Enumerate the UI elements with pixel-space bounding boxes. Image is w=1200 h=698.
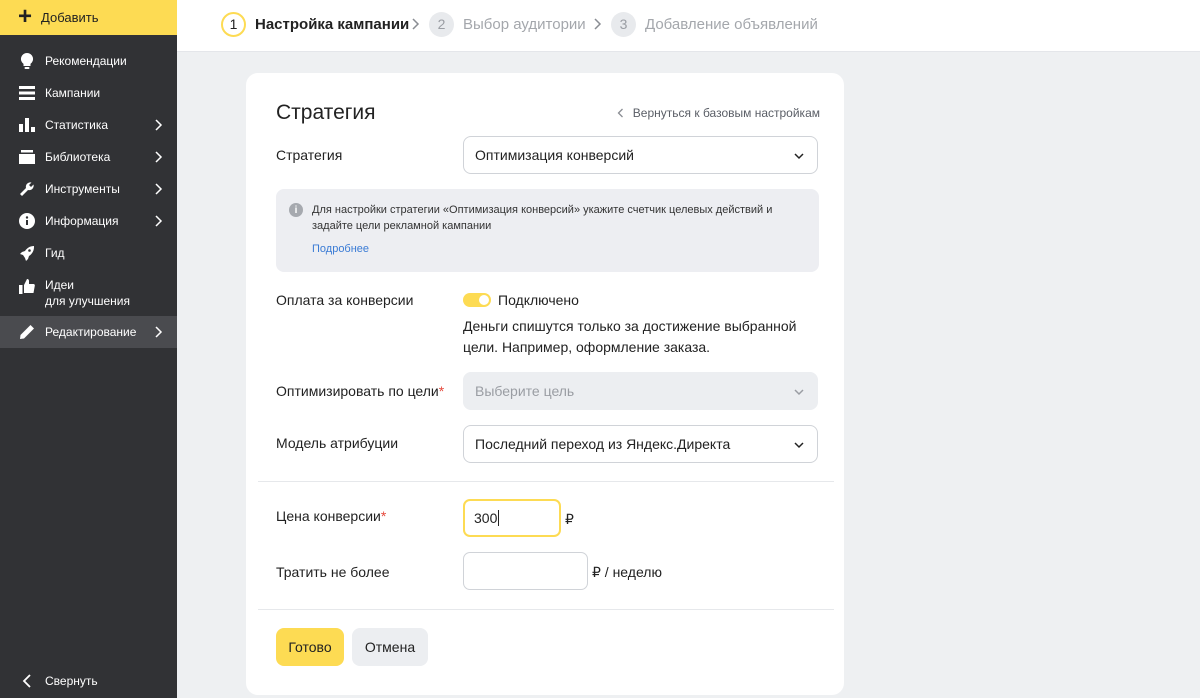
collapse-sidebar-button[interactable]: Свернуть	[0, 665, 177, 697]
required-mark: *	[380, 508, 387, 524]
step-label: Добавление объявлений	[645, 15, 818, 33]
step-number: 3	[611, 11, 636, 37]
sidebar-item-statistics[interactable]: Статистика	[0, 109, 177, 141]
chevron-right-icon	[155, 119, 163, 131]
info-text: Для настройки стратегии «Оптимизация кон…	[312, 204, 773, 232]
thumbs-up-icon	[18, 277, 36, 295]
step-number: 2	[429, 11, 454, 37]
step-label: Настройка кампании	[255, 15, 410, 33]
sidebar-item-label: Рекомендации	[45, 54, 127, 68]
add-button-label: Добавить	[41, 10, 99, 25]
payment-description: Деньги спишутся только за достижение выб…	[463, 318, 797, 355]
collapse-label: Свернуть	[45, 674, 98, 688]
back-to-basic-settings-link[interactable]: Вернуться к базовым настройкам	[617, 106, 820, 120]
sidebar-item-label: Инструменты	[45, 182, 120, 196]
step-audience[interactable]: 2 Выбор аудитории	[429, 11, 586, 37]
bar-chart-icon	[18, 116, 36, 134]
sidebar-item-label: Кампании	[45, 86, 101, 100]
divider	[258, 609, 834, 610]
cancel-button[interactable]: Отмена	[352, 628, 428, 666]
strategy-select-value: Оптимизация конверсий	[475, 147, 634, 163]
sidebar-item-ideas[interactable]: Идеи для улучшения	[0, 273, 177, 313]
chevron-right-icon	[155, 326, 163, 338]
sidebar-item-label: Редактирование	[45, 325, 137, 339]
sidebar-item-label: Гид	[45, 246, 65, 260]
text-cursor	[498, 510, 500, 526]
goal-label-text: Оптимизировать по цели	[276, 383, 439, 399]
step-label: Выбор аудитории	[463, 15, 586, 33]
info-box: i Для настройки стратегии «Оптимизация к…	[276, 189, 819, 272]
sidebar-item-campaigns[interactable]: Кампании	[0, 77, 177, 109]
attribution-select-value: Последний переход из Яндекс.Директа	[475, 436, 731, 452]
strategy-label: Стратегия	[276, 147, 343, 163]
more-link[interactable]: Подробнее	[312, 243, 369, 255]
sidebar-item-info[interactable]: Информация	[0, 205, 177, 237]
sidebar-item-library[interactable]: Библиотека	[0, 141, 177, 173]
payment-label: Оплата за конверсии	[276, 292, 414, 308]
done-button[interactable]: Готово	[276, 628, 344, 666]
strategy-card: Стратегия Вернуться к базовым настройкам…	[246, 73, 844, 695]
lightbulb-icon	[18, 52, 36, 70]
chevron-right-icon	[155, 215, 163, 227]
conversion-price-value: 300	[474, 510, 498, 526]
sidebar-item-label: Информация	[45, 214, 119, 228]
weekly-budget-input[interactable]	[463, 552, 588, 590]
spend-limit-label: Тратить не более	[276, 564, 390, 580]
payment-toggle[interactable]	[463, 293, 491, 307]
attribution-select[interactable]: Последний переход из Яндекс.Директа	[463, 425, 818, 463]
step-campaign-settings[interactable]: 1 Настройка кампании	[221, 11, 409, 37]
sidebar-item-label-secondary: для улучшения	[45, 294, 130, 308]
chevron-right-icon	[594, 18, 602, 30]
chevron-down-icon	[794, 153, 804, 160]
payment-toggle-state: Подключено	[498, 292, 579, 308]
goal-label: Оптимизировать по цели*	[276, 383, 444, 399]
sidebar-item-guide[interactable]: Гид	[0, 237, 177, 269]
price-label: Цена конверсии*	[276, 508, 386, 524]
sidebar-item-label: Статистика	[45, 118, 109, 132]
weekly-budget-unit: ₽ / неделю	[592, 564, 662, 580]
info-icon	[18, 212, 36, 230]
price-label-text: Цена конверсии	[276, 508, 381, 524]
chevron-right-icon	[412, 18, 420, 30]
info-icon: i	[289, 203, 303, 217]
divider	[258, 481, 834, 482]
chevron-left-icon	[617, 108, 623, 118]
sidebar: + Добавить Рекомендации Кампании Статист…	[0, 0, 177, 698]
back-link-label: Вернуться к базовым настройкам	[632, 106, 820, 120]
required-mark: *	[438, 383, 445, 399]
card-title: Стратегия	[276, 101, 376, 124]
pencil-icon	[18, 323, 36, 341]
add-button[interactable]: + Добавить	[0, 0, 177, 35]
sidebar-item-label: Библиотека	[45, 150, 111, 164]
library-icon	[18, 148, 36, 166]
list-icon	[18, 84, 36, 102]
step-ads[interactable]: 3 Добавление объявлений	[611, 11, 818, 37]
chevron-down-icon	[794, 442, 804, 449]
chevron-left-icon	[18, 672, 36, 690]
stepper: 1 Настройка кампании 2 Выбор аудитории 3…	[177, 0, 1200, 52]
chevron-right-icon	[155, 183, 163, 195]
sidebar-item-tools[interactable]: Инструменты	[0, 173, 177, 205]
sidebar-item-editing[interactable]: Редактирование	[0, 316, 177, 348]
conversion-price-input[interactable]: 300	[463, 499, 561, 537]
sidebar-item-recommendations[interactable]: Рекомендации	[0, 45, 177, 77]
chevron-right-icon	[155, 151, 163, 163]
goal-select[interactable]: Выберите цель	[463, 372, 818, 410]
currency-unit: ₽	[565, 511, 574, 527]
wrench-icon	[18, 180, 36, 198]
sidebar-item-label: Идеи	[45, 278, 75, 292]
chevron-down-icon	[794, 389, 804, 396]
step-number: 1	[221, 11, 246, 37]
goal-select-placeholder: Выберите цель	[475, 383, 575, 399]
attribution-label: Модель атрибуции	[276, 435, 399, 451]
strategy-select[interactable]: Оптимизация конверсий	[463, 136, 818, 174]
rocket-icon	[18, 244, 36, 262]
toggle-knob	[479, 295, 489, 305]
plus-icon: +	[18, 2, 33, 30]
